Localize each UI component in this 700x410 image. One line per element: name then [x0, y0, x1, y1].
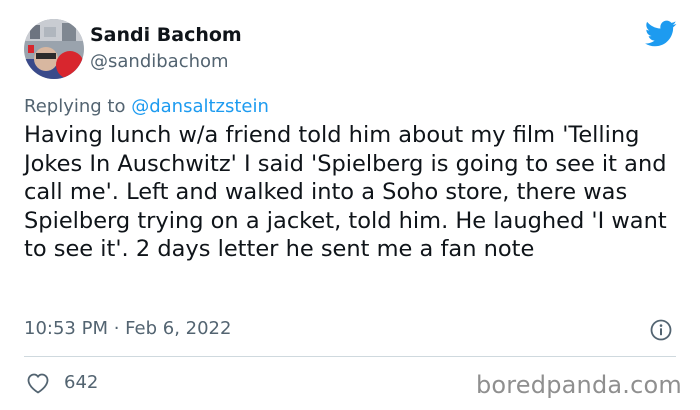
avatar[interactable]	[24, 19, 84, 79]
twitter-bird-icon[interactable]	[645, 20, 677, 48]
divider	[24, 356, 676, 357]
reply-mention-link[interactable]: @dansaltzstein	[131, 96, 269, 117]
user-handle[interactable]: @sandibachom	[90, 51, 229, 72]
like-count: 642	[64, 372, 99, 393]
tweet-text: Having lunch w/a friend told him about m…	[24, 122, 667, 263]
tweet-timestamp[interactable]: 10:53 PM · Feb 6, 2022	[24, 318, 231, 339]
info-icon[interactable]	[650, 319, 672, 341]
heart-icon[interactable]	[26, 372, 50, 394]
replying-to-label: Replying to	[24, 96, 132, 117]
watermark: boredpanda.com	[475, 371, 682, 399]
replying-to: Replying to @dansaltzstein	[24, 96, 269, 117]
display-name[interactable]: Sandi Bachom	[90, 24, 242, 46]
